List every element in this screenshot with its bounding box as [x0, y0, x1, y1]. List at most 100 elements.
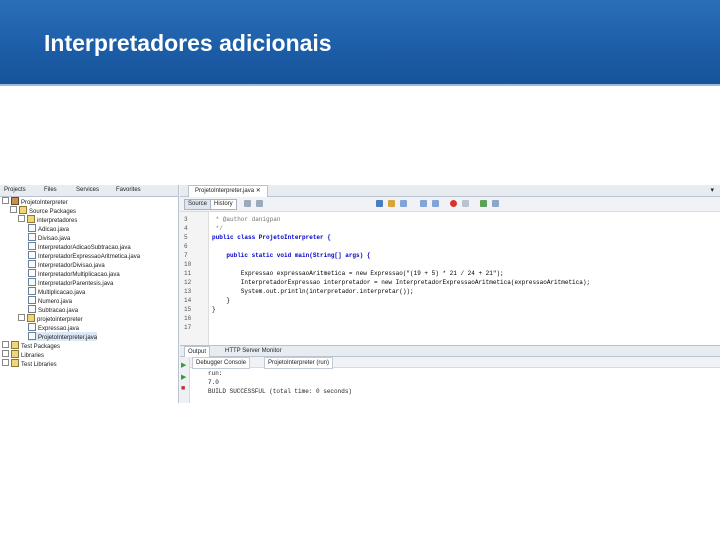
tree-item-file[interactable]: Adicao.java — [28, 224, 69, 233]
expand-icon[interactable] — [18, 314, 25, 321]
output-side-toolbar: ▶ ▶ ■ — [180, 357, 190, 403]
folder-icon — [11, 350, 19, 358]
expand-icon[interactable] — [2, 341, 9, 348]
line-number: 12 — [184, 279, 192, 286]
code-editor: ProjetoInterpreter.java ✕ ▾ Source Histo… — [180, 185, 720, 345]
expand-icon[interactable] — [2, 350, 9, 357]
comment-icon[interactable] — [480, 200, 487, 207]
tab-services[interactable]: Services — [74, 186, 101, 195]
line-number: 3 — [184, 216, 188, 223]
tab-projects[interactable]: Projects — [2, 186, 28, 195]
shift-left-icon[interactable] — [420, 200, 427, 207]
code-line[interactable]: public static void main(String[] args) { — [212, 252, 370, 259]
project-icon — [11, 197, 19, 205]
rerun-icon[interactable]: ▶ — [181, 361, 186, 369]
java-file-icon — [28, 287, 36, 295]
tab-debugger-console[interactable]: Debugger Console — [192, 357, 251, 369]
java-file-icon — [28, 323, 36, 331]
stop-macro-icon[interactable] — [462, 200, 469, 207]
shift-right-icon[interactable] — [432, 200, 439, 207]
expand-icon[interactable] — [2, 359, 9, 366]
line-number: 16 — [184, 315, 192, 322]
java-file-icon — [28, 233, 36, 241]
tab-favorites[interactable]: Favorites — [114, 186, 143, 195]
expand-icon[interactable] — [10, 206, 17, 213]
tree-item-file[interactable]: InterpretadorMultiplicacao.java — [28, 269, 120, 278]
tab-http-server-monitor[interactable]: HTTP Server Monitor — [222, 346, 285, 356]
expand-icon[interactable] — [2, 197, 9, 204]
tree-item-file[interactable]: Divisao.java — [28, 233, 70, 242]
line-number: 6 — [184, 243, 188, 250]
tree-item-libraries[interactable]: Libraries — [2, 350, 44, 359]
code-line[interactable]: public class ProjetoInterpreter { — [212, 234, 331, 241]
tree-item-file[interactable]: InterpretadorDivisao.java — [28, 260, 105, 269]
tree-item-project[interactable]: ProjetoInterpreter — [2, 197, 68, 206]
tab-projetointerpreter-java[interactable]: ProjetoInterpreter.java ✕ — [188, 185, 268, 197]
rerun-options-icon[interactable]: ▶ — [181, 373, 186, 381]
tab-files[interactable]: Files — [42, 186, 59, 195]
toggle-bookmark-icon[interactable] — [400, 200, 407, 207]
line-number: 13 — [184, 288, 192, 295]
java-file-icon — [28, 332, 36, 340]
output-subtab-bar: Debugger Console ProjetoInterpreter (run… — [190, 357, 720, 369]
output-line: run: — [208, 370, 223, 377]
forward-icon[interactable] — [256, 200, 263, 207]
tree-item-test-libraries[interactable]: Test Libraries — [2, 359, 57, 368]
tree-item-test-packages[interactable]: Test Packages — [2, 341, 60, 350]
back-icon[interactable] — [244, 200, 251, 207]
record-macro-icon[interactable] — [450, 200, 457, 207]
expand-icon[interactable] — [18, 215, 25, 222]
package-icon — [27, 314, 35, 322]
output-line: 7.0 — [208, 379, 219, 386]
line-number: 4 — [184, 225, 188, 232]
java-file-icon — [28, 260, 36, 268]
uncomment-icon[interactable] — [492, 200, 499, 207]
find-icon[interactable] — [376, 200, 383, 207]
output-tab-bar: Output HTTP Server Monitor — [180, 346, 720, 358]
tree-item-file[interactable]: InterpretadorParentesis.java — [28, 278, 113, 287]
stop-icon[interactable]: ■ — [181, 385, 185, 392]
line-number: 5 — [184, 234, 188, 241]
projects-tab-bar: Projects Files Services Favorites — [0, 185, 178, 197]
line-number: 11 — [184, 270, 192, 277]
source-button[interactable]: Source — [184, 199, 212, 210]
code-line[interactable]: * @author danigpan — [212, 216, 281, 223]
line-number: 15 — [184, 306, 192, 313]
tree-item-file[interactable]: InterpretadorAdicaoSubtracao.java — [28, 242, 131, 251]
tree-item-package[interactable]: interpretadores — [18, 215, 77, 224]
tree-item-source-packages[interactable]: Source Packages — [10, 206, 76, 215]
ide-screenshot: Projects Files Services Favorites Projet… — [0, 185, 720, 403]
code-line[interactable]: System.out.println(interpretador.interpr… — [212, 288, 414, 295]
editor-tab-bar: ProjetoInterpreter.java ✕ ▾ — [180, 185, 720, 197]
java-file-icon — [28, 224, 36, 232]
code-line[interactable]: */ — [212, 225, 223, 232]
package-icon — [27, 215, 35, 223]
line-number: 14 — [184, 297, 192, 304]
tree-item-file[interactable]: Numero.java — [28, 296, 72, 305]
java-file-icon — [28, 251, 36, 259]
toggle-highlight-icon[interactable] — [388, 200, 395, 207]
header-divider — [0, 84, 720, 86]
folder-icon — [11, 341, 19, 349]
line-number-gutter: 3 4 5 6 7 10 11 12 13 14 15 16 17 — [180, 212, 209, 345]
tree-item-file-selected[interactable]: ProjetoInterpreter.java — [28, 332, 98, 341]
window-menu-icon[interactable]: ▾ — [710, 186, 714, 194]
code-line[interactable]: Expressao expressaoAritmetica = new Expr… — [212, 270, 504, 277]
java-file-icon — [28, 278, 36, 286]
code-line[interactable]: } — [212, 297, 230, 304]
history-button[interactable]: History — [210, 199, 237, 210]
tree-item-file[interactable]: InterpretadorExpressaoAritmetica.java — [28, 251, 140, 260]
tree-item-file[interactable]: Multiplicacao.java — [28, 287, 85, 296]
tree-item-file[interactable]: Expressao.java — [28, 323, 79, 332]
tree-item-package[interactable]: projetointerpreter — [18, 314, 83, 323]
close-icon[interactable]: ✕ — [256, 188, 261, 194]
tab-run-console[interactable]: ProjetoInterpreter (run) — [264, 357, 334, 369]
slide-title: Interpretadores adicionais — [44, 30, 332, 56]
output-line: BUILD SUCCESSFUL (total time: 0 seconds) — [208, 388, 353, 395]
output-panel: Output HTTP Server Monitor ▶ ▶ ■ Debugge… — [180, 345, 720, 403]
code-line[interactable]: } — [212, 306, 216, 313]
projects-panel: Projects Files Services Favorites Projet… — [0, 185, 179, 403]
tree-item-file[interactable]: Subtracao.java — [28, 305, 78, 314]
java-file-icon — [28, 269, 36, 277]
code-line[interactable]: InterpretadorExpressao interpretador = n… — [212, 279, 590, 286]
